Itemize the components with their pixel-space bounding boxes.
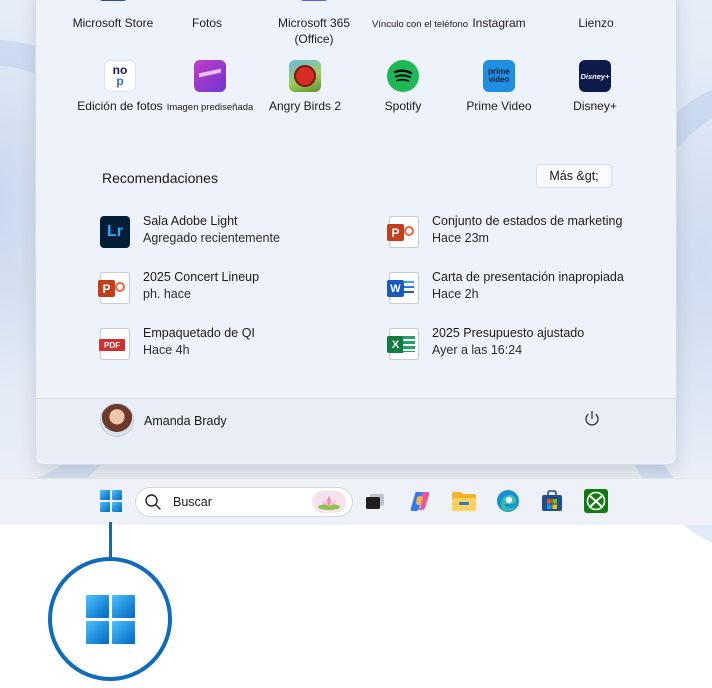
taskbar: Buscar — [0, 478, 712, 525]
app-label: Angry Birds 2 — [268, 99, 342, 113]
pdf-icon: PDF — [99, 328, 130, 360]
app-label: Lienzo — [578, 16, 614, 30]
lotus-highlight-icon — [312, 491, 346, 513]
recommendation-time: Agregado recientemente — [143, 231, 280, 245]
app-angry-birds-2[interactable]: Angry Birds 2 — [255, 60, 355, 114]
recommendation-name: Sala Adobe Light — [143, 214, 238, 228]
prime-video-icon: prime video — [483, 60, 515, 92]
app-label: Imagen prediseñada — [166, 102, 254, 113]
recommendation-time: Hace 23m — [432, 231, 489, 245]
recommendation-item[interactable]: W Carta de presentación inapropiada Hace… — [387, 270, 649, 310]
excel-icon-text: X — [387, 336, 404, 353]
recommendation-time: Hace 2h — [432, 287, 479, 301]
task-view-icon[interactable] — [361, 487, 389, 515]
app-imagen-predisenada[interactable]: Imagen prediseñada — [160, 60, 260, 116]
windows-logo-icon — [85, 594, 135, 644]
lightroom-icon-text: Lr — [107, 223, 123, 240]
pdf-icon-text: PDF — [99, 339, 125, 351]
spotify-icon — [387, 60, 419, 92]
store-icon[interactable] — [538, 487, 566, 515]
app-instagram[interactable]: Instagram — [449, 0, 549, 31]
app-spotify[interactable]: Spotify — [353, 60, 453, 114]
windows-logo-icon — [100, 490, 122, 512]
app-lienzo[interactable]: Lienzo — [546, 0, 646, 31]
app-label: Microsoft 365 (Office) — [277, 16, 351, 46]
pinned-apps-grid: Microsoft Store Fotos Microsoft 365 (Off… — [36, 0, 676, 127]
start-menu: Microsoft Store Fotos Microsoft 365 (Off… — [35, 0, 677, 465]
instagram-icon — [483, 0, 515, 1]
app-label: Fotos — [191, 16, 222, 30]
app-disney-plus[interactable]: Disney+ Disney+ — [545, 60, 645, 114]
store-icon — [97, 0, 129, 1]
excel-icon: X — [387, 328, 419, 360]
more-button[interactable]: Más &gt; — [536, 164, 612, 188]
recommendation-item[interactable]: PDF Empaquetado de QI Hace 4h — [99, 326, 360, 366]
search-box[interactable]: Buscar — [135, 487, 353, 517]
app-label: Microsoft Store — [72, 16, 154, 30]
edge-icon[interactable] — [494, 487, 522, 515]
power-icon[interactable] — [582, 409, 602, 429]
search-icon — [145, 494, 161, 510]
app-label: Spotify — [384, 99, 422, 113]
recommendation-item[interactable]: P 2025 Concert Lineup ph. hace — [98, 270, 360, 310]
start-button[interactable] — [97, 487, 125, 515]
user-name[interactable]: Amanda Brady — [144, 414, 227, 428]
canvas-icon — [580, 0, 612, 1]
office-icon — [298, 0, 330, 1]
app-prime-video[interactable]: prime video Prime Video — [449, 60, 549, 114]
recommendation-time: Hace 4h — [143, 343, 190, 357]
callout-connector — [109, 522, 112, 562]
recommendation-item[interactable]: P Conjunto de estados de marketing Hace … — [387, 214, 649, 254]
angry-birds-icon — [289, 60, 321, 92]
disney-plus-icon: Disney+ — [579, 60, 611, 92]
app-label: Disney+ — [573, 99, 617, 113]
prime-video-icon-text: prime video — [488, 67, 510, 84]
app-fotos[interactable]: Fotos — [157, 0, 257, 31]
recommendation-name: Conjunto de estados de marketing — [432, 214, 623, 228]
photo-editor-icon: no p — [104, 60, 136, 92]
recommendations-heading: Recomendaciones — [102, 170, 218, 186]
powerpoint-icon: P — [98, 272, 130, 304]
disney-plus-icon-text: Disney+ — [580, 71, 610, 81]
word-icon-text: W — [387, 280, 404, 297]
xbox-icon[interactable] — [582, 487, 610, 515]
photo-editor-icon-text-bottom: p — [116, 74, 124, 88]
powerpoint-icon-text: P — [387, 224, 404, 241]
powerpoint-icon-text: P — [98, 280, 115, 297]
recommendation-name: Carta de presentación inapropiada — [432, 270, 624, 284]
app-microsoft-store[interactable]: Microsoft Store — [63, 0, 163, 31]
recommendation-item[interactable]: Lr Sala Adobe Light Agregado recientemen… — [100, 214, 360, 254]
search-placeholder: Buscar — [173, 495, 212, 509]
phone-link-icon — [404, 0, 436, 1]
copilot-icon[interactable] — [406, 487, 434, 515]
start-button-callout — [48, 557, 172, 681]
recommendation-name: Empaquetado de QI — [143, 326, 255, 340]
app-microsoft-365[interactable]: Microsoft 365 (Office) — [264, 0, 364, 47]
app-label: Instagram — [472, 16, 526, 30]
powerpoint-icon: P — [387, 216, 419, 248]
recommendation-time: Ayer a las 16:24 — [432, 343, 523, 357]
recommendation-name: 2025 Concert Lineup — [143, 270, 260, 284]
lightroom-icon: Lr — [100, 216, 130, 248]
photos-icon — [191, 0, 223, 1]
word-icon: W — [387, 272, 419, 304]
recommendation-name: 2025 Presupuesto ajustado — [432, 326, 585, 340]
start-menu-footer — [36, 399, 676, 463]
clipchamp-icon — [194, 60, 226, 92]
recommendation-time: ph. hace — [143, 287, 191, 301]
app-edicion-de-fotos[interactable]: no p Edición de fotos — [70, 60, 170, 114]
recommendation-item[interactable]: X 2025 Presupuesto ajustado Ayer a las 1… — [387, 326, 649, 366]
file-explorer-icon[interactable] — [450, 487, 478, 515]
user-avatar[interactable] — [100, 403, 134, 437]
app-label: Edición de fotos — [77, 99, 163, 113]
app-label: Prime Video — [466, 99, 532, 113]
